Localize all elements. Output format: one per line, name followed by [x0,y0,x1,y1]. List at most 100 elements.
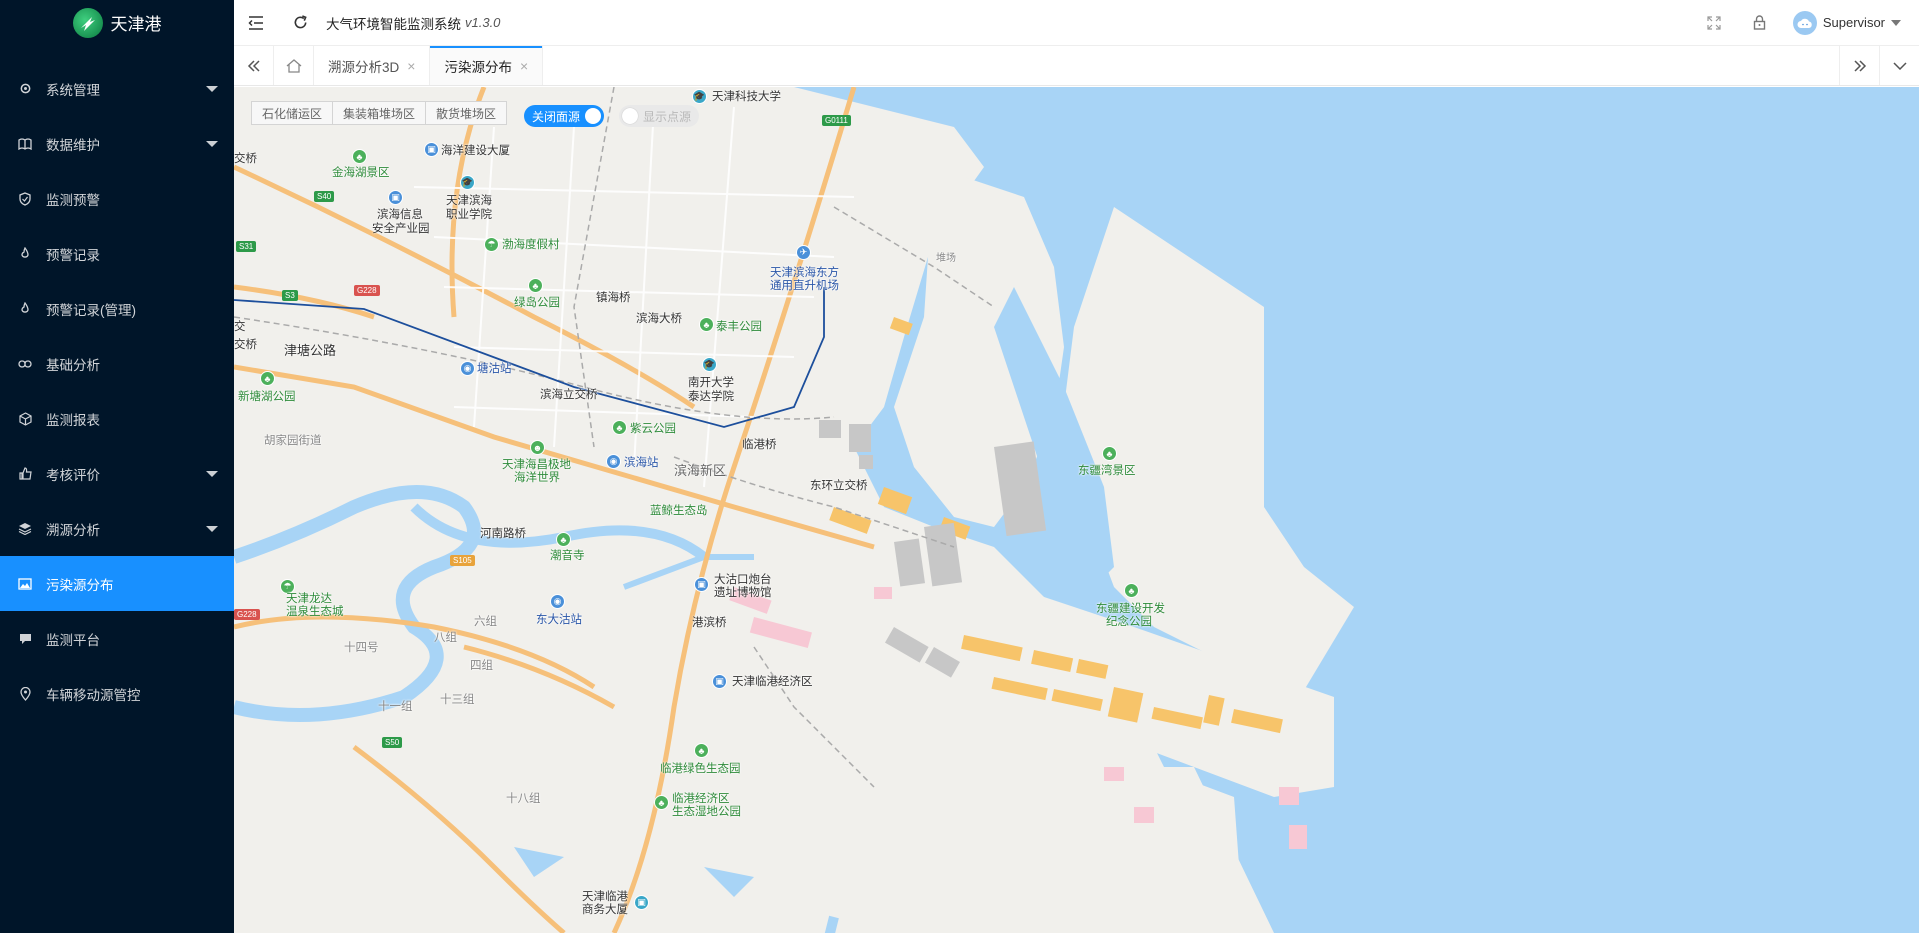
toggle-label: 显示点源 [643,109,692,124]
flame-icon [18,301,32,316]
tab-source-analysis-3d[interactable]: 溯源分析3D × [314,46,431,85]
fullscreen-icon [1707,15,1721,30]
page-title: 大气环境智能监测系统 [326,16,461,32]
sidebar-item-pollution-distribution[interactable]: 污染源分布 [0,556,234,611]
sidebar-menu: 系统管理 数据维护 监测预警 预警记录 预警记录(管理) 基础分析 监测报表 考… [0,61,234,721]
brand-logo[interactable]: 天津港 [0,0,234,45]
close-icon[interactable]: × [520,58,528,74]
double-chevron-right-icon [1853,59,1866,72]
station-poi-icon[interactable]: ◉ [606,454,621,469]
highway-shield: G228 [354,285,380,296]
collapse-menu-button[interactable] [234,0,278,45]
tab-options-dropdown[interactable] [1879,46,1919,85]
station-poi-icon[interactable]: ◉ [550,594,565,609]
scenic-area-poi-icon[interactable]: ♣ [1102,446,1117,461]
park-poi-icon[interactable]: ♣ [352,149,367,164]
station-poi-icon[interactable]: ◉ [460,361,475,376]
lock-screen-button[interactable] [1737,0,1783,45]
username: Supervisor [1822,15,1885,30]
sidebar-item-label: 考核评价 [46,467,100,483]
scroll-tabs-left-button[interactable] [234,46,274,85]
sidebar-item-label: 监测预警 [46,192,100,208]
chevron-down-icon [1892,61,1907,70]
bulk-cargo-yard-zone-button[interactable]: 散货堆场区 [426,101,508,125]
home-tab[interactable] [274,46,314,85]
user-menu[interactable]: Supervisor [1783,10,1919,35]
close-icon[interactable]: × [407,58,415,74]
park-poi-icon[interactable]: ♣ [1124,583,1139,598]
university-poi-icon[interactable]: 🎓 [692,89,707,104]
sidebar-item-monitoring-report[interactable]: 监测报表 [0,391,234,446]
temple-poi-icon[interactable]: ♣ [556,532,571,547]
sidebar-item-system-management[interactable]: 系统管理 [0,61,234,116]
sidebar-item-source-analysis[interactable]: 溯源分析 [0,501,234,556]
top-header: 大气环境智能监测系统 v1.3.0 Supervisor [234,0,1919,45]
sidebar-item-label: 基础分析 [46,357,100,373]
book-icon [18,137,32,151]
park-poi-icon[interactable]: ♣ [694,743,709,758]
museum-poi-icon[interactable]: ▣ [694,577,709,592]
airport-poi-icon[interactable]: ✈ [796,245,811,260]
gear-icon [18,82,32,96]
building-poi-icon[interactable]: ▣ [388,190,403,205]
refresh-icon [294,15,307,29]
sidebar-item-assessment[interactable]: 考核评价 [0,446,234,501]
image-icon [18,577,32,591]
building-poi-icon[interactable]: ▣ [712,674,727,689]
school-poi-icon[interactable]: 🎓 [702,357,717,372]
building-poi-icon[interactable]: ▣ [424,142,439,157]
scroll-tabs-right-button[interactable] [1839,46,1879,85]
refresh-button[interactable] [278,0,322,45]
toggle-knob [585,108,602,124]
toggle-knob [622,108,638,124]
tab-bar: 溯源分析3D × 污染源分布 × [234,45,1919,86]
park-poi-icon[interactable]: ♣ [699,317,714,332]
tab-bar-controls [1839,46,1919,85]
resort-poi-icon[interactable]: ☂ [280,579,295,594]
sidebar-item-label: 监测报表 [46,412,100,428]
map-canvas [234,87,1919,933]
sidebar-item-alert-records-admin[interactable]: 预警记录(管理) [0,281,234,336]
close-area-source-toggle[interactable]: 关闭面源 [524,105,605,127]
tab-label: 溯源分析3D [328,59,400,75]
park-poi-icon[interactable]: ♣ [528,278,543,293]
sidebar-item-monitoring-platform[interactable]: 监测平台 [0,611,234,666]
aquarium-poi-icon[interactable]: ☻ [530,440,545,455]
highway-shield: G0111 [822,115,851,126]
sidebar-item-vehicle-source-control[interactable]: 车辆移动源管控 [0,666,234,721]
highway-shield: S40 [314,191,335,202]
fullscreen-button[interactable] [1691,0,1737,45]
toggle-label: 关闭面源 [532,109,581,124]
sidebar-item-monitoring-alert[interactable]: 监测预警 [0,171,234,226]
shield-icon [18,191,32,206]
infinity-icon [18,357,32,371]
sidebar-item-data-maintenance[interactable]: 数据维护 [0,116,234,171]
highway-shield: G228 [234,609,260,620]
sidebar-item-basic-analysis[interactable]: 基础分析 [0,336,234,391]
sidebar-item-alert-records[interactable]: 预警记录 [0,226,234,281]
park-poi-icon[interactable]: ♣ [612,420,627,435]
avatar-cloud-icon [1797,18,1812,28]
menu-fold-icon [248,15,263,30]
container-yard-zone-button[interactable]: 集装箱堆场区 [333,101,427,125]
school-poi-icon[interactable]: 🎓 [460,175,475,190]
petrochemical-storage-zone-button[interactable]: 石化储运区 [251,101,334,125]
sidebar-item-label: 预警记录(管理) [46,302,136,318]
highway-shield: S3 [282,290,298,301]
map-view[interactable]: 石化储运区 集装箱堆场区 散货堆场区 关闭面源 显示点源 🎓 G0111 ▣ ♣… [234,87,1919,933]
layers-icon [18,522,32,536]
park-poi-icon[interactable]: ♣ [654,795,669,810]
flame-icon [18,246,32,261]
tab-label: 污染源分布 [444,59,512,75]
lock-icon [1754,15,1766,30]
chevron-down-icon [206,86,218,92]
sidebar-item-label: 预警记录 [46,247,100,263]
caret-down-icon [1891,19,1901,26]
sidebar-item-label: 污染源分布 [46,577,114,593]
building-poi-icon[interactable]: ▣ [634,895,649,910]
tab-pollution-distribution[interactable]: 污染源分布 × [430,46,544,85]
show-point-source-toggle[interactable]: 显示点源 [619,105,700,127]
chevron-down-icon [206,526,218,532]
resort-poi-icon[interactable]: ☂ [484,237,499,252]
park-poi-icon[interactable]: ♣ [260,371,275,386]
